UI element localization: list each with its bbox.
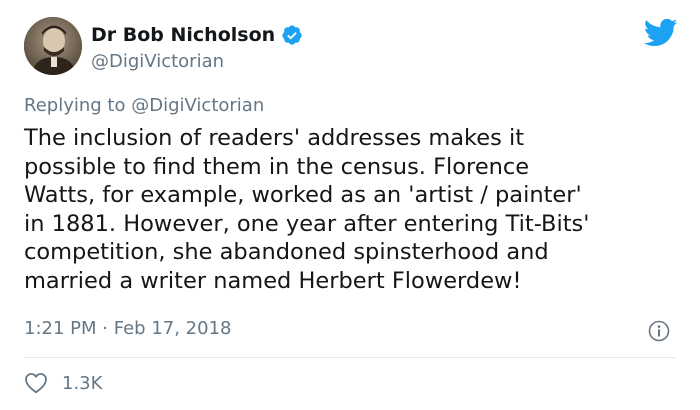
tweet-text-line: The inclusion of readers' addresses make… bbox=[24, 125, 525, 151]
tweet-text-line: in 1881. However, one year after enterin… bbox=[24, 210, 590, 237]
like-count: 1.3K bbox=[62, 372, 103, 394]
tweet-text: The inclusion of readers' addresses make… bbox=[24, 124, 684, 295]
meta-separator: · bbox=[102, 318, 108, 339]
reply-prefix: Replying to bbox=[24, 95, 126, 116]
info-icon[interactable] bbox=[648, 320, 670, 342]
avatar[interactable] bbox=[24, 17, 82, 75]
name-row: Dr Bob Nicholson bbox=[91, 22, 303, 48]
tweet-date[interactable]: Feb 17, 2018 bbox=[114, 318, 232, 339]
reply-context: Replying to @DigiVictorian bbox=[24, 95, 264, 116]
heart-icon bbox=[24, 372, 48, 394]
divider bbox=[24, 357, 676, 358]
twitter-bird-icon[interactable] bbox=[643, 18, 678, 48]
tweet-text-line: Watts, for example, worked as an 'artist… bbox=[24, 182, 582, 208]
verified-badge-icon bbox=[281, 24, 303, 46]
author-block: Dr Bob Nicholson @DigiVictorian bbox=[91, 22, 303, 72]
tweet-time[interactable]: 1:21 PM bbox=[24, 318, 97, 339]
tweet-text-line: competition, she abandoned spinsterhood … bbox=[24, 239, 549, 265]
tweet-card: Dr Bob Nicholson @DigiVictorian Replying… bbox=[0, 0, 700, 410]
author-name[interactable]: Dr Bob Nicholson bbox=[91, 24, 275, 46]
tweet-text-line: married a writer named Herbert Flowerdew… bbox=[24, 267, 522, 294]
like-button[interactable]: 1.3K bbox=[24, 372, 102, 394]
author-handle[interactable]: @DigiVictorian bbox=[91, 51, 303, 72]
tweet-timestamp[interactable]: 1:21 PM · Feb 17, 2018 bbox=[24, 318, 231, 339]
reply-mention-link[interactable]: @DigiVictorian bbox=[131, 95, 264, 116]
tweet-text-line: possible to find them in the census. Flo… bbox=[24, 153, 530, 180]
